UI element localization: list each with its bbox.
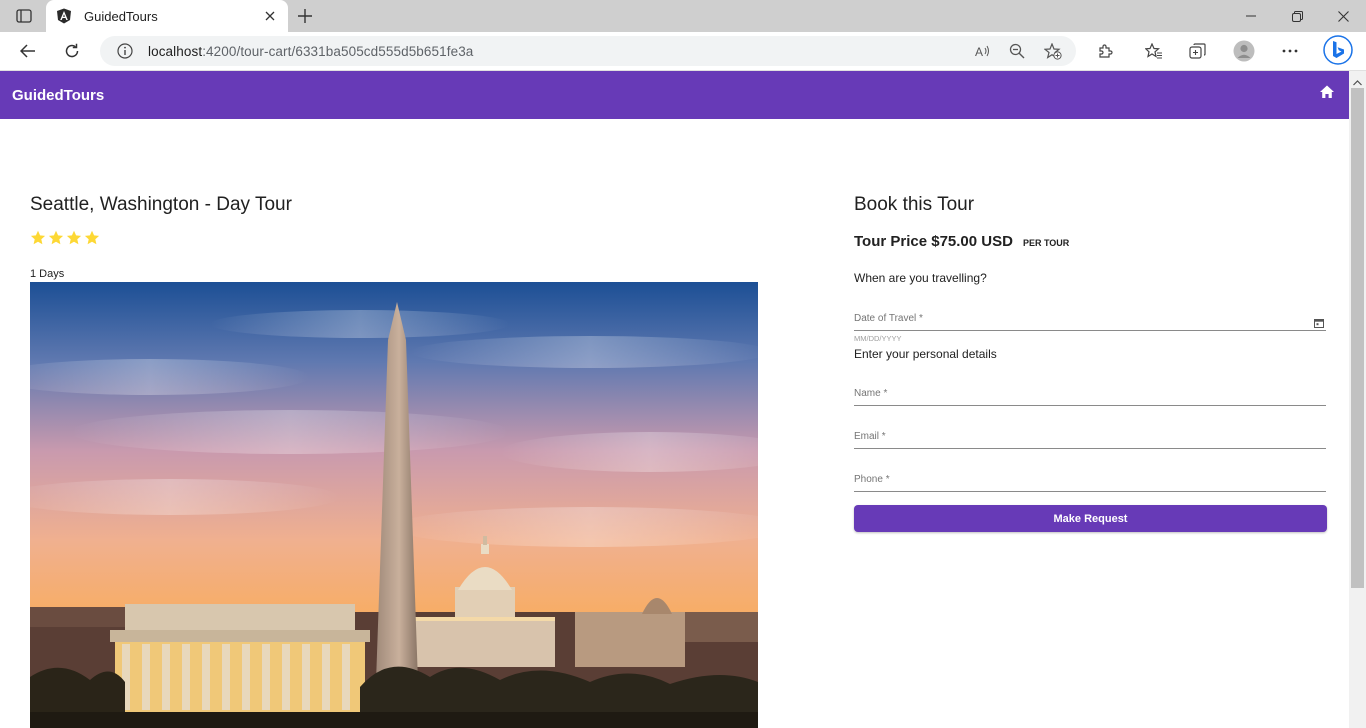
browser-toolbar: localhost:4200/tour-cart/6331ba505cd555d…: [0, 32, 1366, 71]
new-tab-icon[interactable]: [294, 5, 316, 27]
favorites-icon[interactable]: [1140, 38, 1168, 64]
scroll-up-arrow-icon[interactable]: [1353, 74, 1362, 86]
collections-icon[interactable]: [1184, 38, 1212, 64]
zoom-out-icon[interactable]: [1006, 41, 1028, 61]
email-label: Email *: [854, 431, 886, 442]
make-request-button[interactable]: Make Request: [854, 505, 1327, 532]
email-field[interactable]: Email *: [854, 425, 1326, 449]
close-window-icon[interactable]: [1320, 0, 1366, 32]
date-format-hint: MM/DD/YYYY: [854, 334, 902, 343]
scrollbar-thumb[interactable]: [1351, 88, 1364, 588]
calendar-icon[interactable]: [1314, 315, 1324, 328]
refresh-icon[interactable]: [58, 38, 86, 64]
add-favorite-icon[interactable]: [1042, 41, 1064, 61]
phone-field[interactable]: Phone *: [854, 468, 1326, 492]
profile-avatar-icon[interactable]: [1230, 38, 1258, 64]
url-text[interactable]: localhost:4200/tour-cart/6331ba505cd555d…: [148, 44, 473, 59]
site-info-icon[interactable]: [116, 42, 134, 60]
travel-date-prompt: When are you travelling?: [854, 271, 987, 285]
star-icon: [84, 230, 100, 246]
tour-duration: 1 Days: [30, 268, 65, 280]
price-unit: PER TOUR: [1022, 238, 1070, 248]
tab-close-icon[interactable]: [262, 8, 278, 24]
angular-logo-icon: [56, 8, 72, 24]
star-icon: [66, 230, 82, 246]
extensions-icon[interactable]: [1091, 38, 1119, 64]
tab-title: GuidedTours: [84, 8, 158, 24]
url-path: :4200/tour-cart/6331ba505cd555d5b651fe3a: [202, 43, 474, 59]
app-brand[interactable]: GuidedTours: [12, 87, 104, 104]
name-field[interactable]: Name *: [854, 382, 1326, 406]
more-options-icon[interactable]: [1276, 38, 1304, 64]
date-of-travel-field[interactable]: Date of Travel *: [854, 307, 1326, 331]
tab-actions-icon[interactable]: [8, 5, 40, 27]
restore-icon[interactable]: [1274, 0, 1320, 32]
booking-heading: Book this Tour: [854, 194, 975, 215]
bing-copilot-icon[interactable]: [1322, 34, 1354, 66]
tour-title: Seattle, Washington - Day Tour: [30, 194, 292, 215]
personal-details-heading: Enter your personal details: [854, 347, 997, 361]
home-icon[interactable]: [1319, 84, 1335, 100]
svg-text:A: A: [975, 45, 983, 58]
app-header: GuidedTours: [0, 71, 1349, 119]
star-icon: [48, 230, 64, 246]
url-host: localhost: [148, 43, 203, 59]
back-arrow-icon[interactable]: [14, 38, 42, 64]
name-label: Name *: [854, 388, 888, 399]
tour-photo: [30, 282, 758, 728]
tour-rating: [30, 230, 100, 246]
address-bar[interactable]: localhost:4200/tour-cart/6331ba505cd555d…: [100, 36, 1076, 66]
phone-label: Phone *: [854, 474, 890, 485]
read-aloud-icon[interactable]: A: [972, 41, 994, 61]
star-icon: [30, 230, 46, 246]
browser-tab-strip: GuidedTours: [0, 0, 1366, 32]
browser-tab[interactable]: GuidedTours: [46, 0, 288, 32]
date-of-travel-label: Date of Travel *: [854, 313, 923, 324]
minimize-icon[interactable]: [1228, 0, 1274, 32]
price-row: Tour Price $75.00 USD PER TOUR: [854, 233, 1069, 250]
tour-price: Tour Price $75.00 USD: [854, 233, 1013, 250]
